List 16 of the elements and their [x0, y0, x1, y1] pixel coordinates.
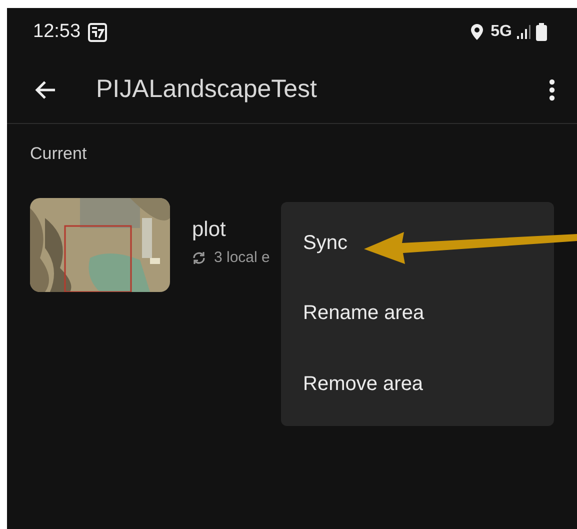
menu-item[interactable]: Sync [303, 232, 348, 255]
network-label: 5G [490, 23, 512, 41]
battery-icon [536, 23, 547, 41]
area-name[interactable]: plot [192, 218, 270, 242]
signal-icon [517, 25, 531, 39]
menu-item[interactable]: Remove area [303, 373, 424, 396]
status-time: 12:53 [33, 21, 81, 43]
more-options-icon[interactable] [549, 78, 555, 100]
menu-item[interactable]: Rename area [303, 302, 424, 326]
app-notification-icon [88, 22, 107, 42]
location-icon [470, 24, 483, 40]
area-status: 3 local e [214, 249, 270, 266]
back-arrow-icon[interactable] [34, 80, 56, 100]
sync-icon [192, 250, 206, 264]
section-heading: Current [30, 144, 88, 164]
screen-title: PIJALandscapeTest [96, 75, 317, 104]
